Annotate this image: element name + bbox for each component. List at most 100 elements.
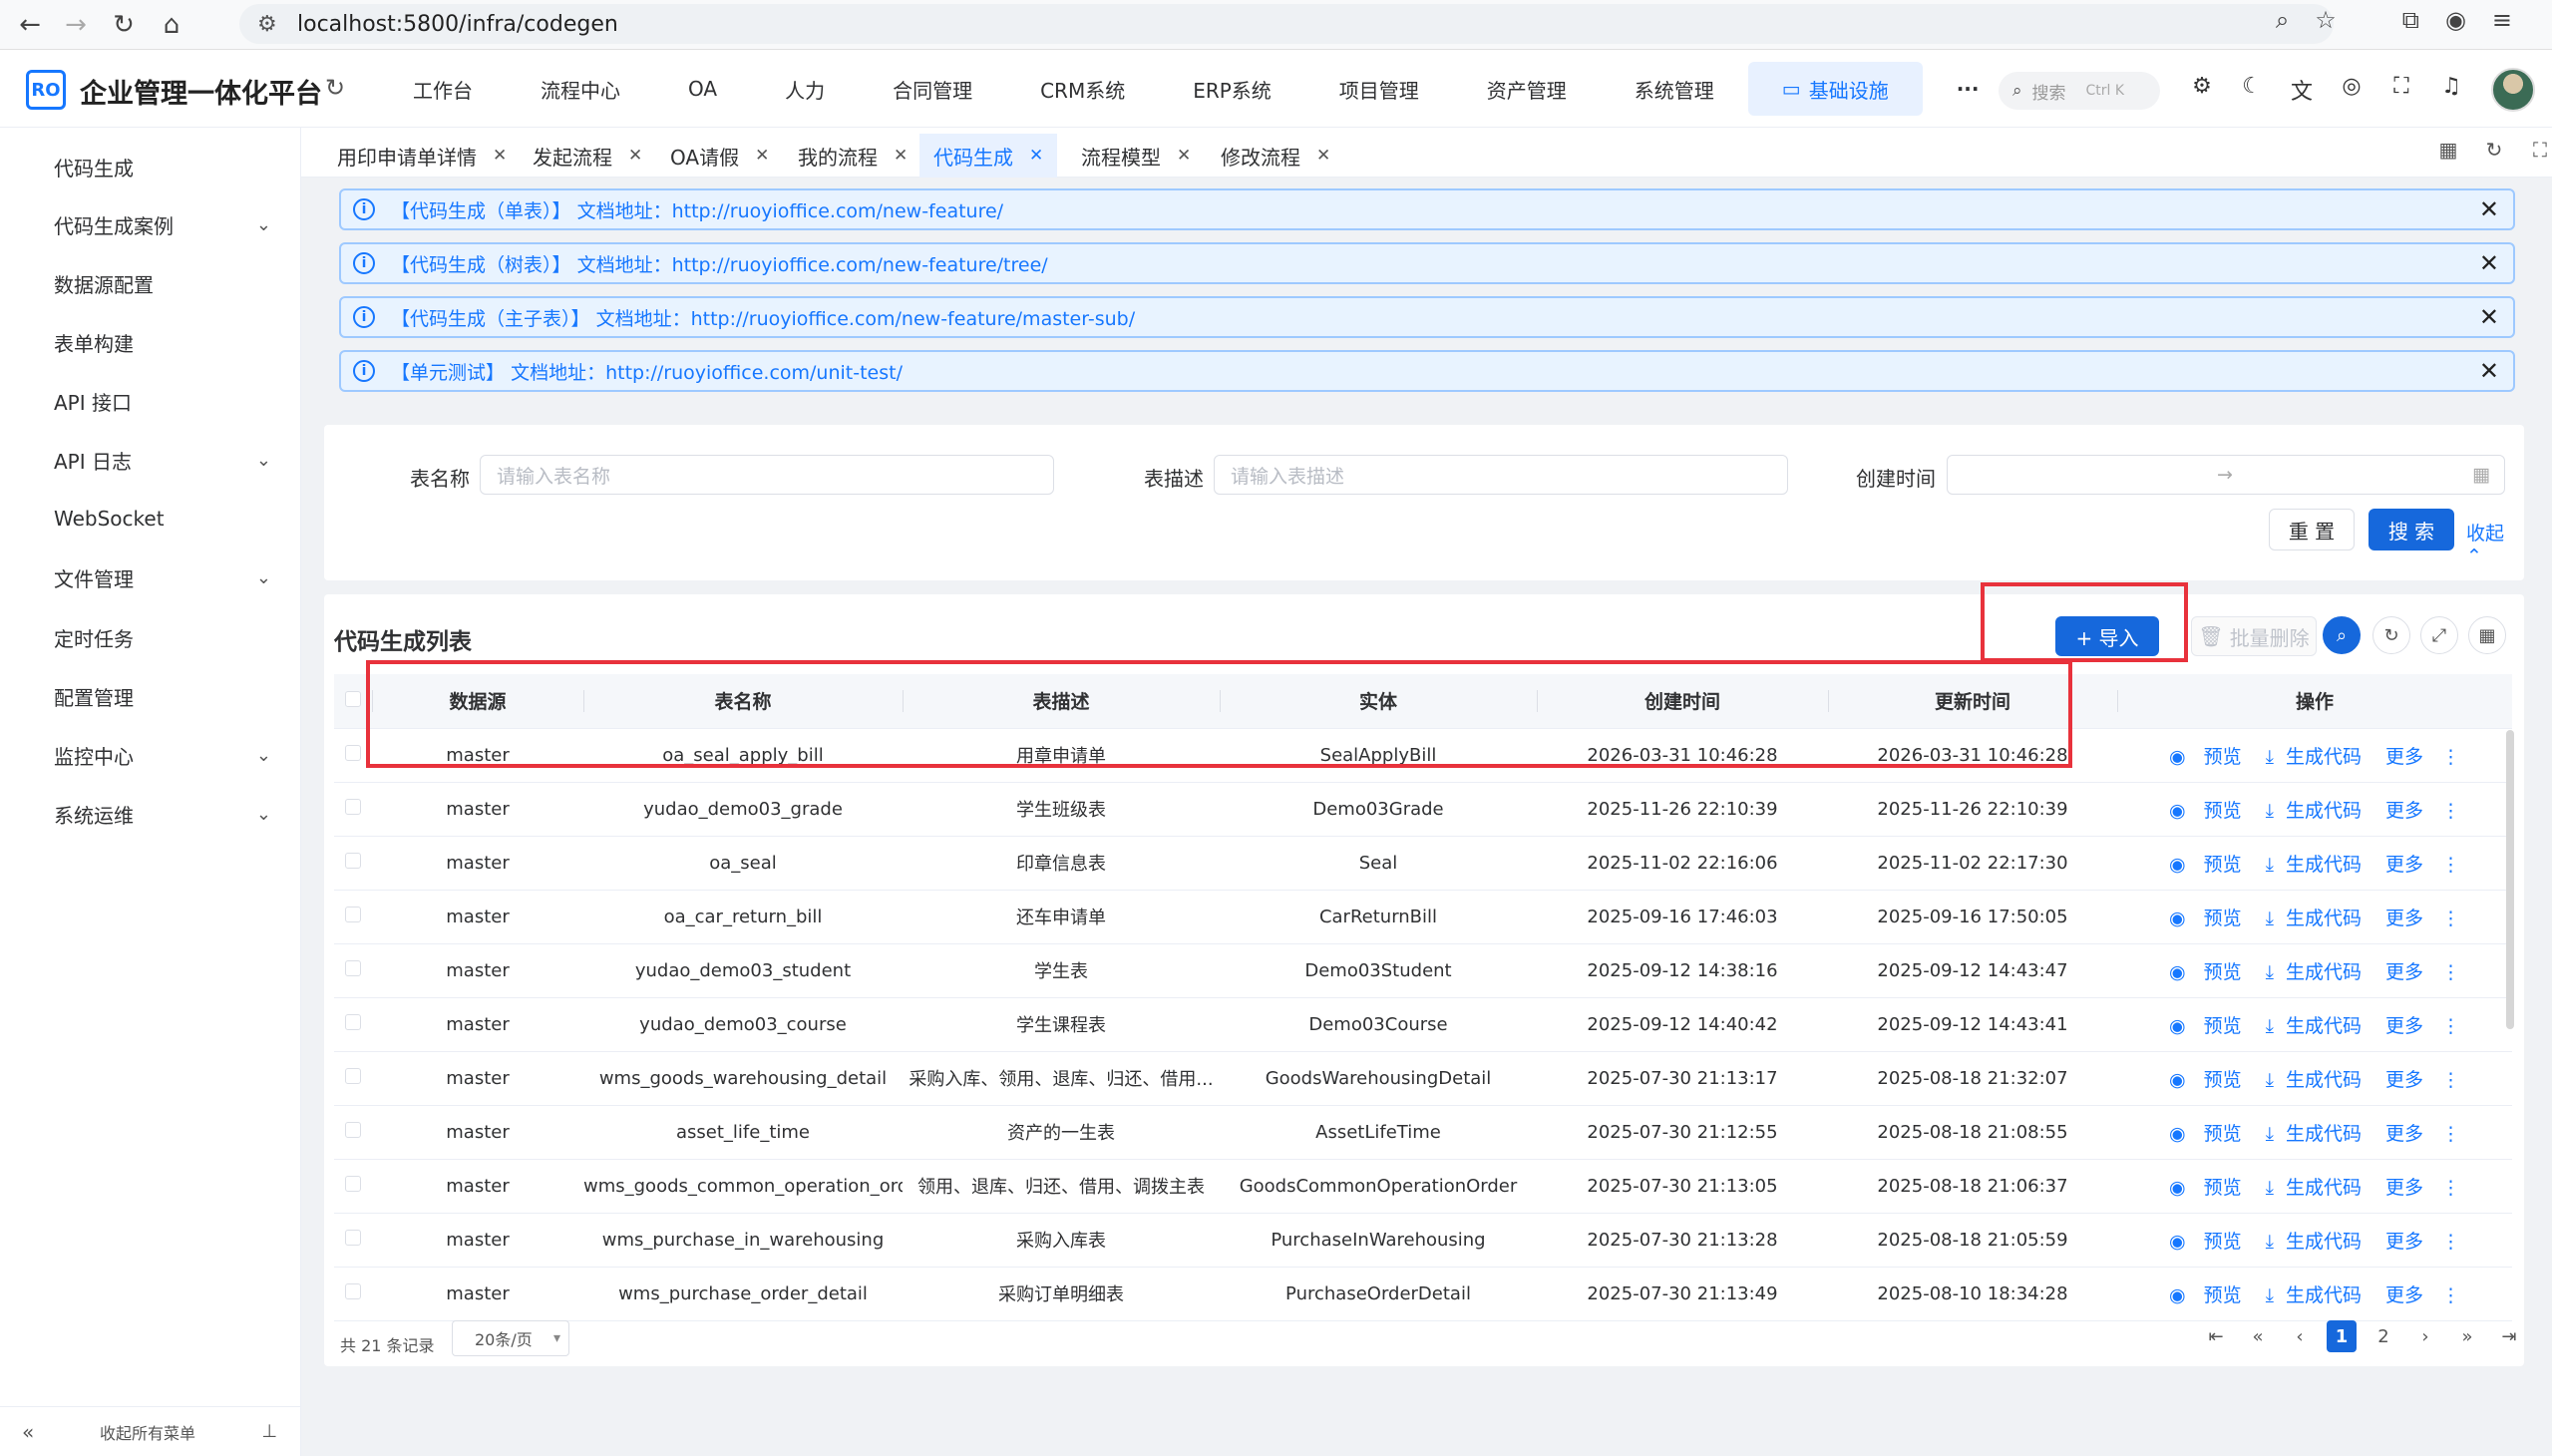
sidebar-item-form-builder[interactable]: 表单构建 bbox=[0, 313, 301, 371]
preview-link[interactable]: ◉ 预览 bbox=[2163, 908, 2248, 929]
row-checkbox[interactable] bbox=[345, 1121, 361, 1138]
created-time-range-picker[interactable]: → ▦ bbox=[1947, 455, 2505, 495]
generate-code-link[interactable]: ⤓ 生成代码 bbox=[2260, 1123, 2368, 1145]
table-row[interactable]: master wms_goods_common_operation_order 领用… bbox=[334, 1159, 2512, 1214]
table-row[interactable]: master oa_car_return_bill 还车申请单 CarReturnBi… bbox=[334, 890, 2512, 944]
column-settings-icon[interactable]: ▦ bbox=[2468, 616, 2506, 654]
column-header[interactable]: 更新时间 bbox=[1828, 674, 2117, 729]
menu-oa[interactable]: OA bbox=[654, 62, 751, 116]
preview-link[interactable]: ◉ 预览 bbox=[2163, 746, 2248, 768]
menu-process-center[interactable]: 流程中心 bbox=[507, 62, 654, 116]
select-all-checkbox[interactable] bbox=[345, 690, 361, 707]
back-icon[interactable]: ← bbox=[8, 3, 52, 47]
generate-code-link[interactable]: ⤓ 生成代码 bbox=[2260, 1231, 2368, 1253]
more-actions-link[interactable]: 更多 ⋮ bbox=[2379, 1177, 2466, 1199]
sidebar-item-codegen[interactable]: 代码生成 bbox=[0, 138, 301, 195]
collapse-form-link[interactable]: 收起 ⌃ bbox=[2466, 519, 2524, 567]
close-icon[interactable]: ✕ bbox=[2479, 357, 2499, 385]
more-actions-link[interactable]: 更多 ⋮ bbox=[2379, 1123, 2466, 1145]
sidebar-item-codegen-demo[interactable]: 代码生成案例 ⌄ bbox=[0, 195, 301, 253]
table-row[interactable]: master asset_life_time 资产的一生表 AssetLifeTime… bbox=[334, 1105, 2512, 1160]
reload-icon[interactable]: ↻ bbox=[102, 3, 146, 47]
generate-code-link[interactable]: ⤓ 生成代码 bbox=[2260, 1015, 2368, 1037]
tab-seal-apply-detail[interactable]: 用印申请单详情 ✕ bbox=[323, 134, 521, 178]
dark-mode-icon[interactable]: ☾ bbox=[2240, 74, 2264, 106]
tab-edit-process[interactable]: 修改流程 ✕ bbox=[1207, 134, 1344, 178]
menu-project[interactable]: 项目管理 bbox=[1305, 62, 1453, 116]
menu-hr[interactable]: 人力 bbox=[751, 62, 859, 116]
address-bar[interactable]: ⚙ localhost:5800/infra/codegen bbox=[239, 4, 2334, 44]
row-checkbox[interactable] bbox=[345, 1175, 361, 1192]
row-checkbox[interactable] bbox=[345, 1067, 361, 1084]
language-icon[interactable]: 文 bbox=[2290, 74, 2314, 106]
close-icon[interactable]: ✕ bbox=[1029, 146, 1043, 166]
table-row[interactable]: master yudao_demo03_grade 学生班级表 Demo03Grade… bbox=[334, 782, 2512, 837]
fullscreen-icon[interactable]: ⤢ bbox=[2420, 616, 2458, 654]
column-header[interactable]: 创建时间 bbox=[1537, 674, 1828, 729]
row-checkbox[interactable] bbox=[345, 906, 361, 922]
menu-contract[interactable]: 合同管理 bbox=[859, 62, 1006, 116]
preview-link[interactable]: ◉ 预览 bbox=[2163, 1177, 2248, 1199]
page-number[interactable]: 1 bbox=[2327, 1320, 2357, 1352]
close-icon[interactable]: ✕ bbox=[2479, 195, 2499, 223]
row-checkbox[interactable] bbox=[345, 798, 361, 815]
generate-code-link[interactable]: ⤓ 生成代码 bbox=[2260, 800, 2368, 822]
table-row[interactable]: master wms_purchase_in_warehousing 采购入库表 Pu… bbox=[334, 1213, 2512, 1268]
sidebar-item-jobs[interactable]: 定时任务 bbox=[0, 608, 301, 666]
header-search[interactable]: ⌕ 搜索 Ctrl K bbox=[1999, 72, 2160, 110]
import-button[interactable]: + 导入 bbox=[2055, 616, 2159, 656]
tab-my-process[interactable]: 我的流程 ✕ bbox=[784, 134, 921, 178]
table-row[interactable]: master oa_seal 印章信息表 Seal 2025-11-02 22:16:0… bbox=[334, 836, 2512, 891]
generate-code-link[interactable]: ⤓ 生成代码 bbox=[2260, 854, 2368, 876]
sidebar-item-api[interactable]: API 接口 bbox=[0, 372, 301, 430]
menu-erp[interactable]: ERP系统 bbox=[1159, 62, 1305, 116]
generate-code-link[interactable]: ⤓ 生成代码 bbox=[2260, 1069, 2368, 1091]
prev-page-icon[interactable]: ‹ bbox=[2285, 1320, 2315, 1352]
generate-code-link[interactable]: ⤓ 生成代码 bbox=[2260, 908, 2368, 929]
search-toggle-icon[interactable]: ⌕ bbox=[2323, 616, 2361, 654]
table-scrollbar[interactable] bbox=[2506, 730, 2514, 1029]
settings-icon[interactable]: ⚙ bbox=[2190, 74, 2214, 106]
row-checkbox[interactable] bbox=[345, 852, 361, 869]
table-name-input[interactable]: 请输入表名称 bbox=[480, 455, 1054, 495]
menu-system[interactable]: 系统管理 bbox=[1601, 62, 1748, 116]
preview-link[interactable]: ◉ 预览 bbox=[2163, 1231, 2248, 1253]
doc-link[interactable]: http://ruoyioffice.com/unit-test/ bbox=[605, 362, 903, 384]
preview-link[interactable]: ◉ 预览 bbox=[2163, 1015, 2248, 1037]
menu-workbench[interactable]: 工作台 bbox=[379, 62, 507, 116]
table-row[interactable]: master wms_goods_warehousing_detail 采购入库、领… bbox=[334, 1051, 2512, 1106]
prev-five-icon[interactable]: « bbox=[2243, 1320, 2273, 1352]
close-icon[interactable]: ✕ bbox=[2479, 303, 2499, 331]
close-icon[interactable]: ✕ bbox=[1316, 146, 1330, 166]
extensions-icon[interactable]: ⧉ bbox=[2402, 6, 2419, 34]
sidebar-item-websocket[interactable]: WebSocket bbox=[0, 490, 301, 547]
tab-process-model[interactable]: 流程模型 ✕ bbox=[1067, 134, 1205, 178]
generate-code-link[interactable]: ⤓ 生成代码 bbox=[2260, 1284, 2368, 1306]
profile-icon[interactable]: ◉ bbox=[2445, 6, 2466, 34]
sidebar-item-config[interactable]: 配置管理 bbox=[0, 667, 301, 725]
row-checkbox[interactable] bbox=[345, 1013, 361, 1030]
more-actions-link[interactable]: 更多 ⋮ bbox=[2379, 1284, 2466, 1306]
refresh-tab-icon[interactable]: ↻ bbox=[2482, 138, 2506, 162]
more-actions-link[interactable]: 更多 ⋮ bbox=[2379, 1015, 2466, 1037]
batch-delete-button[interactable]: 🗑 批量删除 bbox=[2191, 616, 2317, 656]
refresh-icon[interactable]: ↻ bbox=[2372, 616, 2410, 654]
bookmark-star-icon[interactable]: ☆ bbox=[2315, 6, 2337, 34]
more-actions-link[interactable]: 更多 ⋮ bbox=[2379, 746, 2466, 768]
table-row[interactable]: master yudao_demo03_student 学生表 Demo03Stude… bbox=[334, 943, 2512, 998]
row-checkbox[interactable] bbox=[345, 1229, 361, 1246]
page-size-select[interactable]: 20条/页 ▾ bbox=[452, 1320, 569, 1356]
maximize-icon[interactable]: ⛶ bbox=[2528, 138, 2552, 162]
tab-start-process[interactable]: 发起流程 ✕ bbox=[519, 134, 656, 178]
preview-link[interactable]: ◉ 预览 bbox=[2163, 1069, 2248, 1091]
table-row[interactable]: master wms_purchase_order_detail 采购订单明细表 Pu… bbox=[334, 1267, 2512, 1321]
first-page-icon[interactable]: ⇤ bbox=[2201, 1320, 2231, 1352]
generate-code-link[interactable]: ⤓ 生成代码 bbox=[2260, 961, 2368, 983]
more-actions-link[interactable]: 更多 ⋮ bbox=[2379, 961, 2466, 983]
pin-icon[interactable]: ⊥ bbox=[261, 1421, 277, 1442]
browser-menu-icon[interactable]: ≡ bbox=[2492, 6, 2512, 34]
menu-asset[interactable]: 资产管理 bbox=[1453, 62, 1601, 116]
column-header[interactable]: 实体 bbox=[1220, 674, 1537, 729]
doc-link[interactable]: http://ruoyioffice.com/new-feature/tree/ bbox=[672, 254, 1048, 276]
fullscreen-icon[interactable]: ⛶ bbox=[2389, 74, 2413, 106]
